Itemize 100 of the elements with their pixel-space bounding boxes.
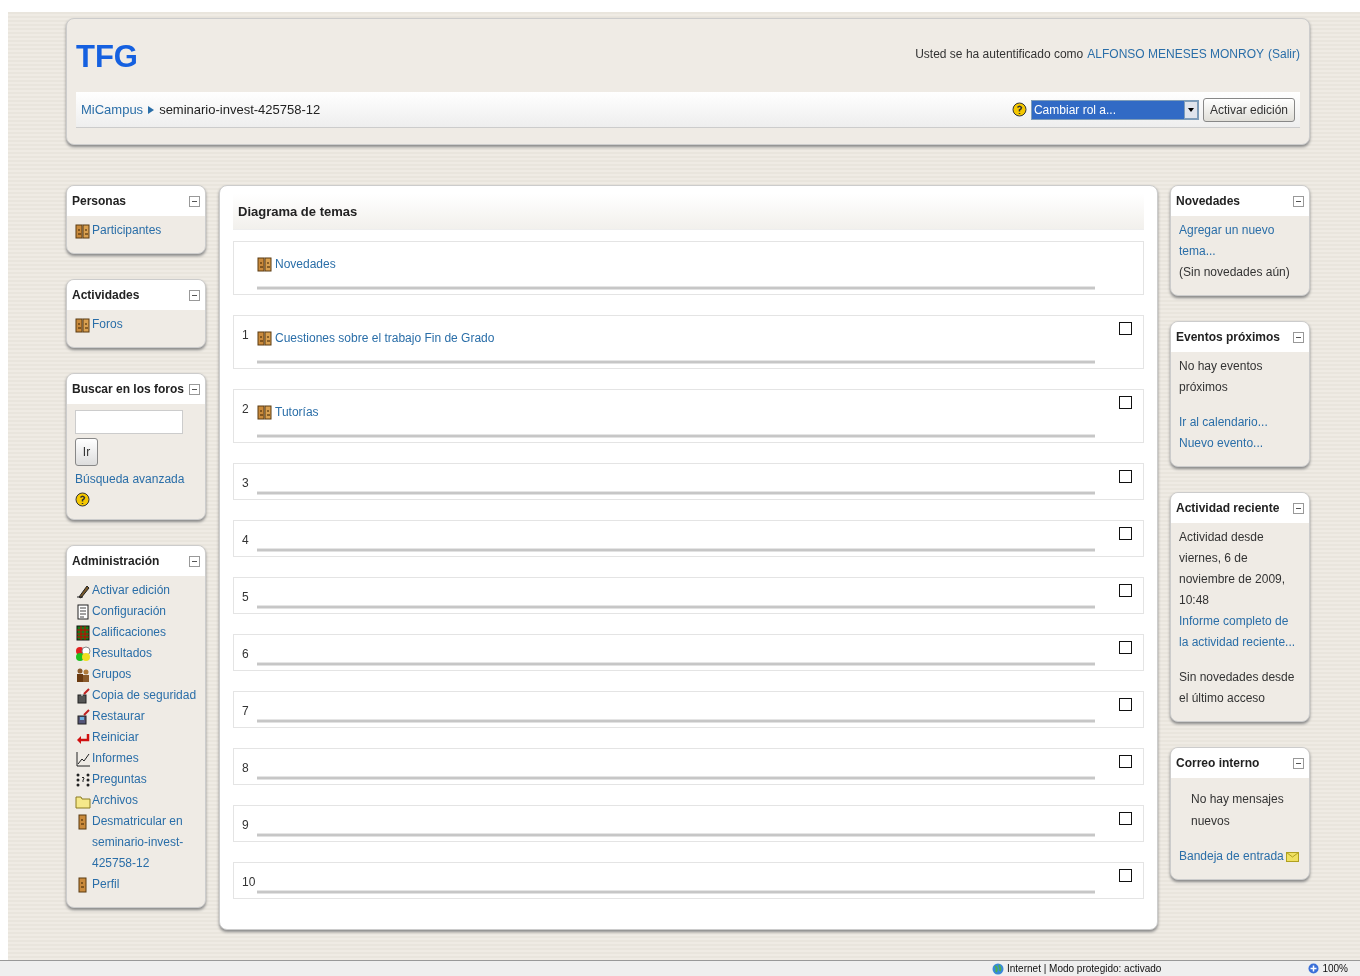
logout-link[interactable]: (Salir)	[1268, 45, 1300, 63]
people-icon	[75, 223, 91, 239]
sidebar-link[interactable]: Desmatricular en seminario-invest-425758-12	[92, 811, 197, 874]
collapse-icon[interactable]	[189, 555, 200, 567]
block-title: Eventos próximos	[1176, 329, 1281, 346]
people-icon	[75, 317, 91, 333]
sidebar-link[interactable]: Foros	[92, 314, 123, 335]
chart-icon	[75, 751, 91, 767]
highlight-checkbox[interactable]	[1119, 869, 1132, 882]
highlight-checkbox[interactable]	[1119, 755, 1132, 768]
edit-button[interactable]: Activar edición	[1202, 97, 1295, 122]
zone-status: Internet | Modo protegido: activado	[1007, 962, 1162, 976]
block-title: Buscar en los foros	[72, 381, 185, 398]
collapse-icon[interactable]	[189, 383, 200, 395]
collapse-icon[interactable]	[189, 289, 200, 301]
highlight-checkbox[interactable]	[1119, 527, 1132, 540]
sidebar-link[interactable]: Calificaciones	[92, 622, 167, 643]
help-icon[interactable]	[1011, 102, 1027, 117]
breadcrumb-current: seminario-invest-425758-12	[159, 100, 321, 119]
globe-icon	[992, 962, 1004, 975]
panel-title: Diagrama de temas	[238, 202, 358, 221]
collapse-icon[interactable]	[1293, 757, 1304, 769]
sidebar-link[interactable]: Restaurar	[92, 706, 145, 727]
zoom-icon[interactable]	[1308, 963, 1320, 974]
section-number: 8	[241, 760, 250, 777]
highlight-checkbox[interactable]	[1119, 396, 1132, 409]
section-number: 7	[241, 703, 250, 720]
block-title: Actividades	[72, 287, 140, 304]
block-title: Correo interno	[1176, 755, 1260, 772]
block-text: Actividad desde viernes, 6 de noviembre de 2009, 10:48	[1179, 529, 1287, 609]
section-number: 2	[241, 401, 250, 418]
section-number: 10	[241, 874, 257, 891]
block-text: No hay eventos próximos	[1179, 358, 1264, 396]
block-title: Administración	[72, 553, 160, 570]
dropdown-caret-icon[interactable]	[1183, 100, 1198, 119]
collapse-icon[interactable]	[1293, 331, 1304, 343]
zoom-level[interactable]: 100%	[1322, 961, 1348, 976]
user-link[interactable]: ALFONSO MENESES MONROY	[1087, 45, 1264, 63]
sidebar-link[interactable]: Preguntas	[92, 769, 147, 790]
envelope-icon	[1285, 851, 1299, 862]
block-title: Actividad reciente	[1176, 500, 1280, 517]
highlight-checkbox[interactable]	[1119, 470, 1132, 483]
sidebar-link[interactable]: Informes	[92, 748, 139, 769]
collapse-icon[interactable]	[1293, 195, 1304, 207]
sidebar-link[interactable]: Resultados	[92, 643, 153, 664]
document-icon	[75, 604, 91, 620]
people-icon	[257, 404, 273, 420]
sidebar-link[interactable]: Reiniciar	[92, 727, 139, 748]
grid-icon	[75, 625, 91, 641]
section-number: 1	[241, 327, 250, 344]
search-button[interactable]: Ir	[75, 438, 98, 466]
section-number: 6	[241, 646, 250, 663]
highlight-checkbox[interactable]	[1119, 322, 1132, 335]
inbox-link[interactable]: Bandeja de entrada	[1179, 846, 1284, 867]
people-icon	[257, 256, 273, 272]
block-title: Novedades	[1176, 193, 1241, 210]
sidebar-link[interactable]: Grupos	[92, 664, 132, 685]
block-text: (Sin novedades aún)	[1179, 264, 1291, 281]
circles-icon	[75, 646, 91, 662]
highlight-checkbox[interactable]	[1119, 641, 1132, 654]
breadcrumb-link[interactable]: MiCampus	[81, 99, 144, 120]
sidebar-link[interactable]: Archivos	[92, 790, 138, 811]
block-text: No hay mensajes nuevos	[1190, 791, 1285, 830]
highlight-checkbox[interactable]	[1119, 812, 1132, 825]
box-arrow-icon	[75, 688, 91, 704]
sidebar-link[interactable]: Activar edición	[92, 580, 171, 601]
people-icon	[257, 330, 273, 346]
search-field[interactable]	[75, 410, 183, 434]
sidebar-link[interactable]: Perfil	[92, 874, 120, 895]
block-text: Sin novedades desde el último acceso	[1179, 669, 1296, 707]
help-icon[interactable]	[75, 492, 90, 507]
box-arrow-icon	[75, 709, 91, 725]
group-icon	[75, 667, 91, 683]
advanced-search-link[interactable]: Búsqueda avanzada	[75, 470, 185, 488]
login-info: Usted se ha autentificado como	[915, 46, 1084, 63]
folder-icon	[75, 793, 91, 809]
breadcrumb-arrow-icon	[148, 105, 155, 114]
block-link[interactable]: Agregar un nuevo tema...	[1179, 220, 1301, 262]
section-number: 4	[241, 532, 250, 549]
site-title[interactable]: TFG	[76, 41, 138, 72]
section-number: 3	[241, 475, 250, 492]
pencil-icon	[75, 583, 91, 599]
sidebar-link[interactable]: Configuración	[92, 601, 167, 622]
forum-link[interactable]: Tutorías	[275, 403, 319, 421]
role-select[interactable]: Cambiar rol a...	[1030, 99, 1199, 120]
block-link[interactable]: Nuevo evento...	[1179, 433, 1301, 454]
collapse-icon[interactable]	[189, 195, 200, 207]
block-link[interactable]: Informe completo de la actividad reciente...	[1179, 611, 1301, 653]
collapse-icon[interactable]	[1293, 502, 1304, 514]
forum-link[interactable]: Novedades	[275, 255, 336, 273]
highlight-checkbox[interactable]	[1119, 584, 1132, 597]
block-link[interactable]: Ir al calendario...	[1179, 412, 1301, 433]
section-number: 9	[241, 817, 250, 834]
section-number: 5	[241, 589, 250, 606]
forum-link[interactable]: Cuestiones sobre el trabajo Fin de Grado	[275, 329, 495, 347]
highlight-checkbox[interactable]	[1119, 698, 1132, 711]
sidebar-link[interactable]: Copia de seguridad	[92, 685, 197, 706]
dots-icon	[75, 772, 91, 788]
block-title: Personas	[72, 193, 127, 210]
sidebar-link[interactable]: Participantes	[92, 220, 162, 241]
